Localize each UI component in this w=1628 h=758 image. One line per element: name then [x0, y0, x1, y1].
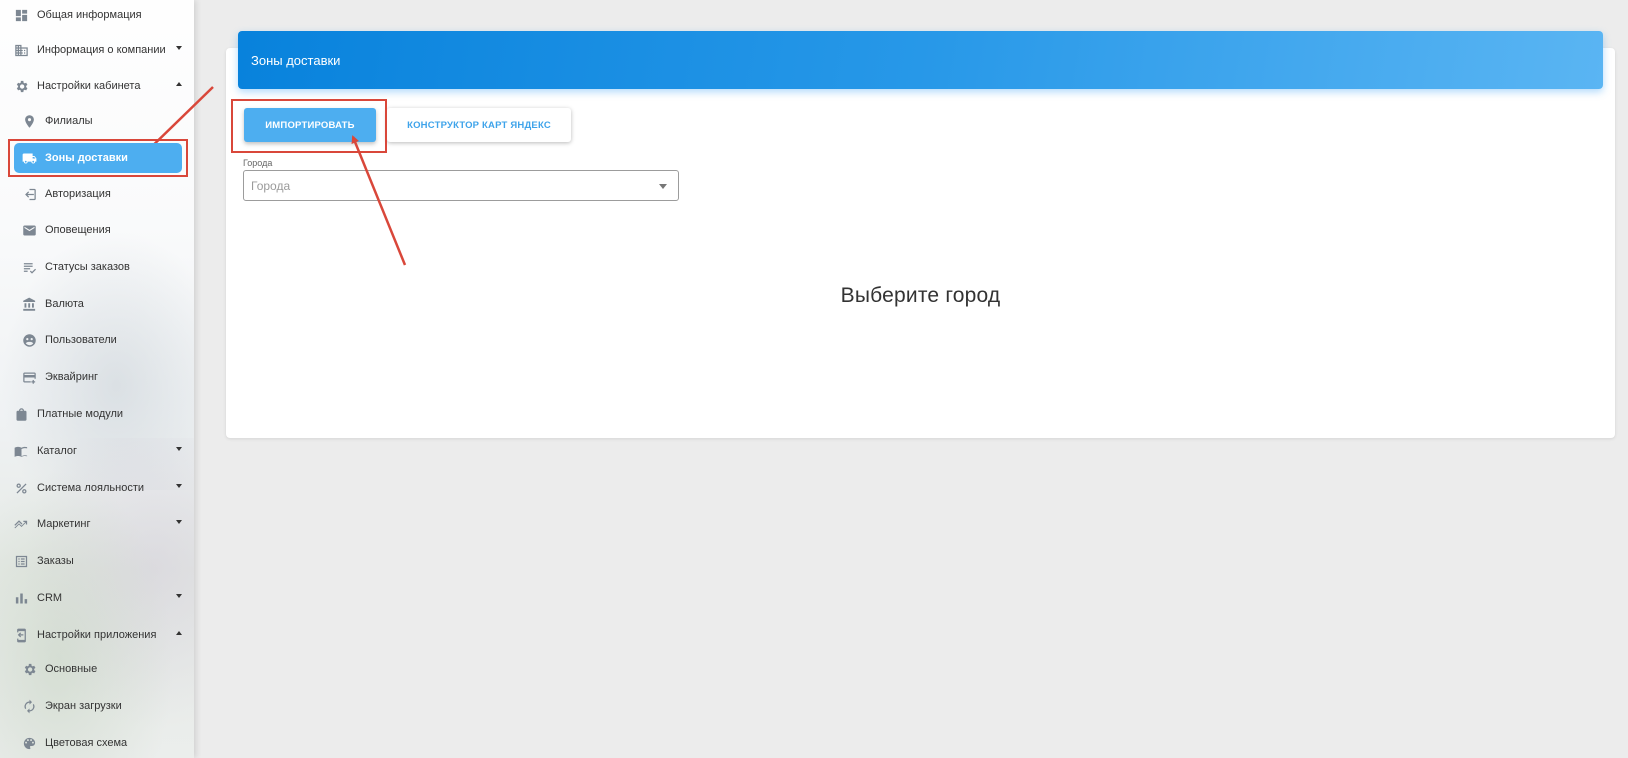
mail-icon [21, 222, 37, 238]
sidebar-item-currency[interactable]: Валюта [0, 289, 194, 319]
chevron-up-icon [176, 631, 182, 635]
sidebar-item-label: Платные модули [37, 408, 124, 420]
truck-icon [21, 150, 37, 166]
sidebar-item-label: Цветовая схема [45, 737, 128, 749]
empty-state-message: Выберите город [840, 284, 1001, 307]
sidebar-item-color-scheme[interactable]: Цветовая схема [0, 728, 194, 758]
page-title: Зоны доставки [238, 31, 1603, 89]
city-field-label: Города [243, 158, 273, 168]
palette-icon [21, 735, 37, 751]
sidebar-item-label: Настройки приложения [37, 629, 157, 641]
sidebar-item-label: Оповещения [45, 224, 111, 236]
chevron-down-icon [176, 520, 182, 524]
gear-icon [21, 661, 37, 677]
list-check-icon [21, 259, 37, 275]
book-icon [13, 443, 29, 459]
sidebar-item-users[interactable]: Пользователи [0, 325, 194, 355]
import-button[interactable]: ИМПОРТИРОВАТЬ [244, 108, 376, 142]
sidebar-item-label: Филиалы [45, 115, 93, 127]
login-icon [21, 186, 37, 202]
sidebar-item-branches[interactable]: Филиалы [0, 106, 194, 136]
city-select[interactable]: Города [243, 170, 679, 201]
trending-icon [13, 516, 29, 532]
sidebar-item-label: Экран загрузки [45, 700, 122, 712]
sidebar-item-label: Заказы [37, 555, 74, 567]
yandex-map-constructor-button[interactable]: КОНСТРУКТОР КАРТ ЯНДЕКС [387, 108, 571, 142]
sidebar-item-label: Зоны доставки [45, 152, 128, 164]
sidebar-item-delivery-zones[interactable]: Зоны доставки [14, 143, 182, 173]
sidebar-item-label: Каталог [37, 445, 77, 457]
sidebar-item-crm[interactable]: CRM [0, 583, 194, 613]
sidebar-item-authorization[interactable]: Авторизация [0, 179, 194, 209]
page-title-text: Зоны доставки [251, 52, 341, 68]
sidebar-item-orders[interactable]: Заказы [0, 546, 194, 576]
bar-chart-icon [13, 590, 29, 606]
chevron-down-icon [176, 46, 182, 50]
sidebar-item-label: Система лояльности [37, 482, 144, 494]
sidebar-item-basic[interactable]: Основные [0, 654, 194, 684]
chevron-down-icon [176, 594, 182, 598]
list-icon [13, 553, 29, 569]
location-pin-icon [21, 113, 37, 129]
sidebar-item-app-settings[interactable]: Настройки приложения [0, 620, 194, 650]
sidebar-item-marketing[interactable]: Маркетинг [0, 509, 194, 539]
sidebar-item-label: Общая информация [37, 9, 142, 21]
percent-icon [13, 480, 29, 496]
sidebar-item-label: CRM [37, 592, 63, 604]
chevron-down-icon [176, 484, 182, 488]
building-icon [13, 42, 29, 58]
sidebar-item-label: Статусы заказов [45, 261, 130, 273]
users-icon [21, 332, 37, 348]
sidebar-item-notifications[interactable]: Оповещения [0, 215, 194, 245]
chevron-up-icon [176, 82, 182, 86]
sidebar-item-label: Пользователи [45, 334, 117, 346]
dashboard-icon [13, 7, 29, 23]
sidebar-item-label: Настройки кабинета [37, 80, 141, 92]
sidebar-item-label: Информация о компании [37, 44, 166, 56]
gear-icon [13, 78, 29, 94]
sidebar-item-loyalty-system[interactable]: Система лояльности [0, 473, 194, 503]
shopping-bag-icon [13, 406, 29, 422]
sidebar-item-general-info[interactable]: Общая информация [0, 0, 194, 30]
sidebar-item-splash-screen[interactable]: Экран загрузки [0, 691, 194, 721]
sidebar-item-company-info[interactable]: Информация о компании [0, 35, 194, 65]
sidebar-item-paid-modules[interactable]: Платные модули [0, 399, 194, 429]
sidebar-item-acquiring[interactable]: Эквайринг [0, 362, 194, 392]
sidebar-item-label: Эквайринг [45, 371, 99, 383]
card-icon [21, 369, 37, 385]
sidebar-item-label: Основные [45, 663, 98, 675]
sidebar: Общая информация Информация о компании Н… [0, 0, 194, 758]
sidebar-item-order-statuses[interactable]: Статусы заказов [0, 252, 194, 282]
chevron-down-icon [659, 184, 667, 189]
sidebar-item-label: Валюта [45, 298, 84, 310]
sidebar-item-catalog[interactable]: Каталог [0, 436, 194, 466]
sidebar-item-label: Маркетинг [37, 518, 91, 530]
sidebar-item-label: Авторизация [45, 188, 111, 200]
refresh-icon [21, 698, 37, 714]
bank-icon [21, 296, 37, 312]
city-select-placeholder: Города [251, 178, 291, 193]
sidebar-item-cabinet-settings[interactable]: Настройки кабинета [0, 71, 194, 101]
chevron-down-icon [176, 447, 182, 451]
phone-settings-icon [13, 627, 29, 643]
delivery-zones-card [226, 48, 1615, 438]
